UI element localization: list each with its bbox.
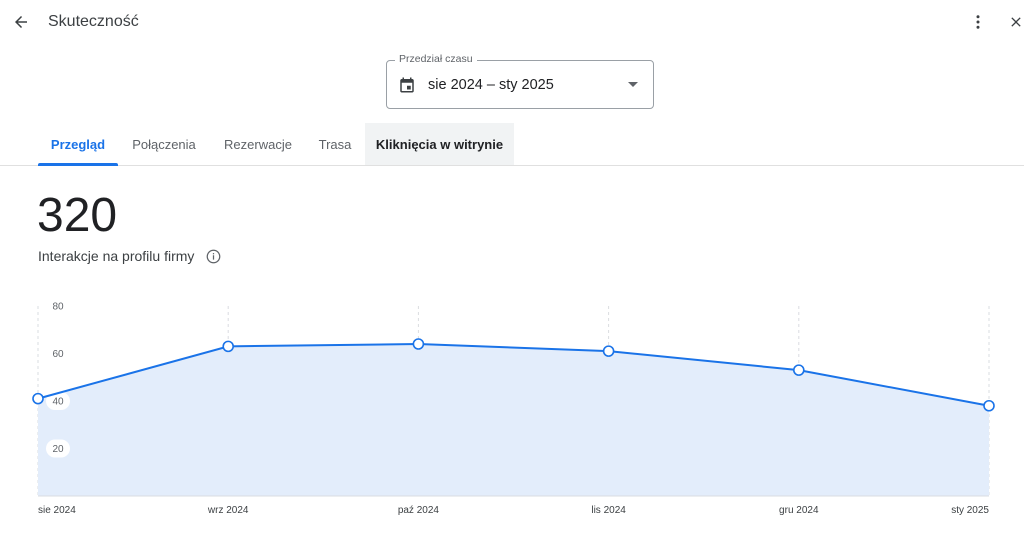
tab-bookings[interactable]: Rezerwacje (214, 123, 302, 165)
y-tick: 80 (52, 302, 64, 313)
data-point[interactable] (983, 399, 995, 412)
calendar-icon (400, 77, 414, 93)
y-tick-label: 60 (52, 349, 64, 360)
interactions-chart: 20 40 60 80 sie 2024 wrz 2024 paź 2024 lis 202… (32, 302, 995, 516)
date-range-value: sie 2024 – sty 2025 (428, 77, 554, 93)
metric-label: Interakcje na profilu firmy (38, 248, 195, 264)
data-point[interactable] (792, 364, 805, 376)
tab-website-clicks[interactable]: Kliknięcia w witrynie (365, 123, 514, 165)
x-axis-label: gru 2024 (779, 505, 819, 516)
metric-value: 320 (37, 189, 118, 242)
more-options-button[interactable] (966, 10, 990, 34)
close-icon (1011, 17, 1021, 27)
more-vert-icon (976, 15, 980, 29)
back-button[interactable] (8, 9, 34, 35)
tab-bar: Przegląd Połączenia Rezerwacje Trasa Kli… (0, 123, 1024, 166)
x-axis-label: paź 2024 (398, 505, 440, 516)
top-bar: Skuteczność (0, 0, 1024, 46)
data-point[interactable] (602, 345, 615, 357)
arrow-back-icon (15, 16, 27, 28)
x-axis-labels: sie 2024 wrz 2024 paź 2024 lis 2024 gru 2024… (38, 505, 989, 516)
page-title: Skuteczność (48, 13, 139, 30)
y-tick-label: 80 (52, 302, 64, 313)
tab-calls[interactable]: Połączenia (124, 123, 204, 165)
data-point[interactable] (412, 338, 425, 350)
tab-overview[interactable]: Przegląd (38, 123, 118, 166)
x-axis-label: sie 2024 (38, 505, 76, 516)
y-tick: 60 (46, 344, 70, 363)
x-axis-label: wrz 2024 (207, 505, 249, 516)
y-tick-label: 40 (52, 397, 64, 408)
x-axis-label: lis 2024 (591, 505, 626, 516)
y-tick-label: 20 (52, 444, 64, 455)
date-range-select[interactable]: Przedział czasu sie 2024 – sty 2025 (386, 53, 654, 109)
x-axis-label: sty 2025 (951, 505, 989, 516)
data-point[interactable] (222, 340, 234, 353)
date-range-legend: Przedział czasu (395, 53, 477, 65)
close-button[interactable] (1004, 10, 1024, 34)
y-tick: 20 (46, 439, 70, 458)
tab-directions[interactable]: Trasa (309, 123, 361, 165)
chart-area (38, 344, 989, 496)
data-point[interactable] (32, 392, 44, 405)
info-icon[interactable] (206, 249, 221, 264)
chevron-down-icon (628, 82, 638, 87)
